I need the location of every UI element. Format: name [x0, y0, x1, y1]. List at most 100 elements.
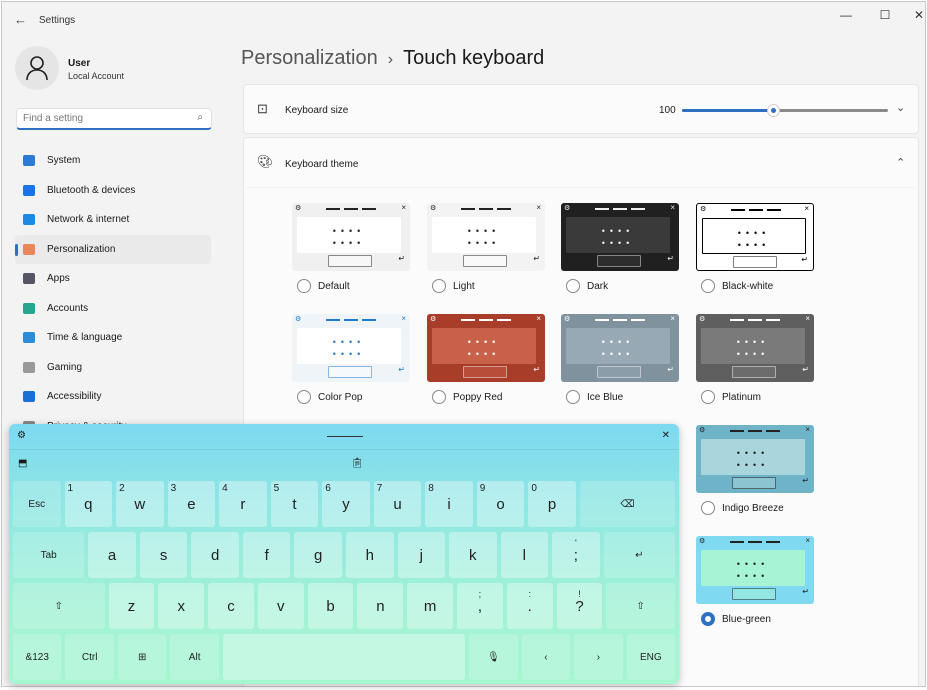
keyboard-close-button[interactable]: ✕	[662, 430, 670, 441]
key-punct[interactable]: ; '	[552, 532, 600, 578]
sidebar-item-personalization[interactable]: Personalization	[15, 234, 211, 264]
theme-radio[interactable]	[701, 612, 715, 626]
theme-option[interactable]: ⚙ × •••• •••• ↵ Platinum	[696, 314, 814, 404]
key-123[interactable]: &123	[13, 634, 62, 680]
key-j[interactable]: j	[397, 532, 446, 578]
key-y[interactable]: y6	[322, 481, 370, 527]
gear-icon[interactable]: ⚙	[17, 430, 26, 441]
breadcrumb-parent[interactable]: Personalization	[241, 47, 378, 69]
sidebar-item-system[interactable]: System	[15, 146, 211, 176]
key-m[interactable]: m	[407, 583, 454, 629]
theme-option[interactable]: ⚙ × •••• •••• ↵ Poppy Red	[427, 314, 545, 404]
key-w[interactable]: w2	[116, 481, 164, 527]
theme-option[interactable]: ⚙ × •••• •••• ↵ Blue-green	[696, 536, 814, 626]
theme-option[interactable]: ⚙ × •••• •••• ↵ Black-white	[696, 203, 814, 293]
keyboard-theme-card[interactable]: 🎨︎ Keyboard theme ⌃	[243, 137, 919, 187]
theme-preview[interactable]: ⚙ × •••• •••• ↵	[696, 314, 814, 382]
key-punct[interactable]: .:	[506, 583, 553, 629]
key-backspace-icon[interactable]: ⌫	[579, 481, 675, 527]
key-t[interactable]: t5	[270, 481, 319, 527]
theme-option[interactable]: ⚙ × •••• •••• ↵ Color Pop	[292, 314, 410, 404]
key-space[interactable]	[222, 634, 466, 680]
theme-radio[interactable]	[297, 390, 311, 404]
key-v[interactable]: v	[257, 583, 304, 629]
key-o[interactable]: o9	[476, 481, 525, 527]
theme-option[interactable]: ⚙ × •••• •••• ↵ Indigo Breeze	[696, 425, 814, 515]
key-eng[interactable]: ENG	[626, 634, 676, 680]
key-punct[interactable]: ?!	[556, 583, 603, 629]
key-tab[interactable]: Tab	[13, 532, 85, 578]
key-windows-icon[interactable]: ⊞	[117, 634, 167, 680]
avatar[interactable]	[15, 46, 59, 90]
key-s[interactable]: s	[139, 532, 188, 578]
sidebar-item-gaming[interactable]: Gaming	[15, 353, 211, 383]
theme-radio[interactable]	[701, 279, 715, 293]
search-input[interactable]: Find a setting ⌕	[16, 108, 212, 130]
theme-option[interactable]: ⚙ × •••• •••• ↵ Default	[292, 203, 410, 293]
key-esc[interactable]: Esc	[13, 481, 61, 527]
key-g[interactable]: g	[294, 532, 342, 578]
key-b[interactable]: b	[307, 583, 354, 629]
key-h[interactable]: h	[345, 532, 394, 578]
sidebar-item-bluetooth-devices[interactable]: Bluetooth & devices	[15, 176, 211, 206]
chevron-down-icon[interactable]: ⌄	[896, 101, 905, 114]
chevron-up-icon[interactable]: ⌃	[896, 156, 905, 169]
key-k[interactable]: k	[449, 532, 497, 578]
close-button[interactable]: ✕	[909, 8, 925, 22]
sidebar-item-network-internet[interactable]: Network & internet	[15, 205, 211, 235]
key-a[interactable]: a	[88, 532, 136, 578]
theme-radio[interactable]	[566, 279, 580, 293]
key-d[interactable]: d	[191, 532, 239, 578]
key-z[interactable]: z	[108, 583, 155, 629]
sidebar-item-accounts[interactable]: Accounts	[15, 294, 211, 324]
key-enter-icon[interactable]: ↵	[603, 532, 675, 578]
key-left-arrow-icon[interactable]: ‹	[521, 634, 571, 680]
key-punct[interactable]: ,;	[457, 583, 503, 629]
theme-preview[interactable]: ⚙ × •••• •••• ↵	[292, 203, 410, 271]
theme-option[interactable]: ⚙ × •••• •••• ↵ Ice Blue	[561, 314, 679, 404]
maximize-button[interactable]: ☐	[875, 8, 895, 22]
theme-preview[interactable]: ⚙ × •••• •••• ↵	[696, 203, 814, 271]
sidebar-item-apps[interactable]: Apps	[15, 264, 211, 294]
key-r[interactable]: r4	[219, 481, 267, 527]
key-p[interactable]: p0	[528, 481, 576, 527]
key-alt[interactable]: Alt	[170, 634, 219, 680]
theme-radio[interactable]	[432, 279, 446, 293]
theme-option[interactable]: ⚙ × •••• •••• ↵ Light	[427, 203, 545, 293]
key-shift-icon[interactable]: ⇧	[606, 583, 676, 629]
keyboard-size-card[interactable]: ⊡ Keyboard size 100 ⌄	[243, 84, 919, 134]
theme-radio[interactable]	[432, 390, 446, 404]
theme-option[interactable]: ⚙ × •••• •••• ↵ Dark	[561, 203, 679, 293]
key-f[interactable]: f	[242, 532, 291, 578]
key-right-arrow-icon[interactable]: ›	[574, 634, 623, 680]
key-microphone-icon[interactable]: 🎙	[469, 634, 518, 680]
key-i[interactable]: i8	[425, 481, 473, 527]
key-l[interactable]: l	[500, 532, 549, 578]
back-button[interactable]: ←	[14, 12, 27, 27]
sidebar-item-accessibility[interactable]: Accessibility	[15, 382, 211, 412]
theme-preview[interactable]: ⚙ × •••• •••• ↵	[292, 314, 410, 382]
minimize-button[interactable]: —	[836, 8, 856, 22]
theme-preview[interactable]: ⚙ × •••• •••• ↵	[696, 536, 814, 604]
key-ctrl[interactable]: Ctrl	[65, 634, 114, 680]
slider-thumb[interactable]	[766, 104, 780, 117]
keyboard-title-bar[interactable]: ⚙ ✕	[9, 424, 679, 450]
keyboard-size-slider[interactable]	[682, 104, 888, 117]
theme-radio[interactable]	[701, 390, 715, 404]
clipboard-icon[interactable]: 📋︎	[351, 458, 364, 469]
theme-preview[interactable]: ⚙ × •••• •••• ↵	[427, 314, 545, 382]
theme-preview[interactable]: ⚙ × •••• •••• ↵	[696, 425, 814, 493]
theme-radio[interactable]	[701, 501, 715, 515]
key-x[interactable]: x	[158, 583, 205, 629]
drag-handle[interactable]	[327, 436, 363, 437]
theme-radio[interactable]	[566, 390, 580, 404]
key-q[interactable]: q1	[64, 481, 113, 527]
theme-radio[interactable]	[297, 279, 311, 293]
keyboard-layout-icon[interactable]: ⬒	[18, 458, 27, 469]
key-c[interactable]: c	[208, 583, 254, 629]
key-shift-icon[interactable]: ⇧	[13, 583, 105, 629]
theme-preview[interactable]: ⚙ × •••• •••• ↵	[561, 203, 679, 271]
theme-preview[interactable]: ⚙ × •••• •••• ↵	[561, 314, 679, 382]
key-n[interactable]: n	[357, 583, 404, 629]
key-e[interactable]: e3	[167, 481, 216, 527]
